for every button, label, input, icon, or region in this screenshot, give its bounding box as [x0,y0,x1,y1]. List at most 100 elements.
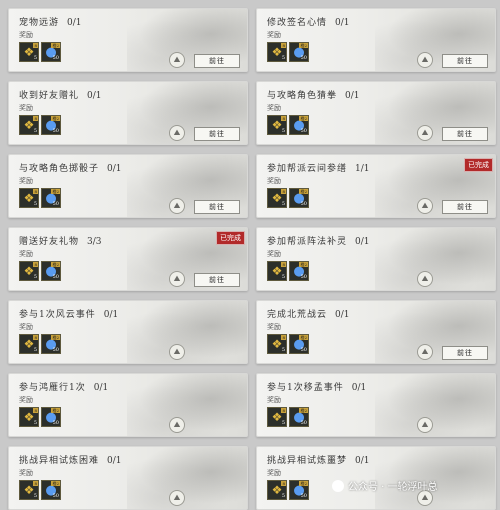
goto-button[interactable]: 前往 [442,346,488,360]
task-card: 收到好友赠礼 0/1 奖励 ❖ 8 5 ● 橙2 50 ⛰ 前往 [8,81,248,145]
reward-item[interactable]: ❖ 8 5 [19,115,39,135]
task-card: 参与1次风云事件 0/1 奖励 ❖ 8 5 ● 橙2 50 ⛰ [8,300,248,364]
reward-item[interactable]: ● 橙2 50 [289,115,309,135]
mount-icon[interactable]: ⛰ [169,490,185,506]
mount-icon[interactable]: ⛰ [169,52,185,68]
reward-count: 5 [281,493,285,499]
reward-tag: 8 [33,116,38,121]
reward-item[interactable]: ❖ 8 5 [267,115,287,135]
goto-button[interactable]: 前往 [194,127,240,141]
reward-item[interactable]: ❖ 8 5 [19,188,39,208]
reward-tag: 8 [33,408,38,413]
goto-button[interactable]: 前往 [194,200,240,214]
mount-icon[interactable]: ⛰ [169,417,185,433]
task-title: 与攻略角色掷骰子 0/1 [19,161,122,174]
mount-icon[interactable]: ⛰ [169,198,185,214]
reward-item[interactable]: ● 橙2 50 [289,42,309,62]
reward-item[interactable]: ● 橙2 50 [41,407,61,427]
card-background-art [375,228,495,290]
reward-count: 5 [281,201,285,207]
reward-item[interactable]: ❖ 8 5 [267,334,287,354]
mount-icon[interactable]: ⛰ [169,271,185,287]
reward-item[interactable]: ❖ 8 5 [19,480,39,500]
reward-tag: 橙2 [51,408,60,413]
task-name: 修改签名心情 [267,18,328,28]
reward-item[interactable]: ● 橙2 50 [289,480,309,500]
reward-item[interactable]: ❖ 8 5 [267,42,287,62]
reward-items: ❖ 8 5 ● 橙2 50 [267,42,309,62]
reward-item[interactable]: ● 橙2 50 [41,42,61,62]
mount-icon[interactable]: ⛰ [417,344,433,360]
task-card: 修改签名心情 0/1 奖励 ❖ 8 5 ● 橙2 50 ⛰ 前往 [256,8,496,72]
reward-item[interactable]: ❖ 8 5 [19,334,39,354]
reward-tag: 橙2 [299,335,308,340]
task-progress: 0/1 [107,456,122,466]
mount-icon[interactable]: ⛰ [417,271,433,287]
reward-tag: 橙2 [51,116,60,121]
reward-item[interactable]: ● 橙2 50 [41,115,61,135]
reward-count: 50 [52,274,59,280]
reward-item[interactable]: ● 橙2 50 [41,334,61,354]
reward-item[interactable]: ❖ 8 5 [267,407,287,427]
task-progress: 0/1 [351,383,367,393]
reward-item[interactable]: ❖ 8 5 [267,480,287,500]
mount-icon[interactable]: ⛰ [169,344,185,360]
card-background-art [127,447,247,509]
goto-button[interactable]: 前往 [442,200,488,214]
task-name: 参加帮派阵法补灵 [267,237,348,247]
reward-count: 50 [300,201,307,207]
reward-label: 奖励 [19,323,33,331]
mount-icon[interactable]: ⛰ [417,125,433,141]
reward-tag: 8 [281,481,286,486]
reward-item[interactable]: ❖ 8 5 [19,42,39,62]
task-progress: 0/1 [103,310,119,320]
task-progress: 0/1 [355,456,370,466]
reward-item[interactable]: ● 橙2 50 [289,334,309,354]
task-name: 参与1次风云事件 [19,310,96,320]
task-name: 收到好友赠礼 [19,91,80,101]
reward-label: 奖励 [267,250,281,258]
reward-count: 50 [300,55,307,61]
mount-icon[interactable]: ⛰ [169,125,185,141]
reward-item[interactable]: ● 橙2 50 [289,188,309,208]
goto-button[interactable]: 前往 [442,127,488,141]
task-title: 宠物远游 0/1 [19,15,82,28]
goto-button[interactable]: 前往 [194,273,240,287]
reward-count: 5 [33,201,37,207]
reward-item[interactable]: ❖ 8 5 [19,261,39,281]
reward-item[interactable]: ● 橙2 50 [289,261,309,281]
reward-item[interactable]: ● 橙2 50 [41,261,61,281]
reward-count: 5 [33,274,37,280]
reward-tag: 橙2 [299,408,308,413]
watermark-text: 公众号 · 一轮浮叶总 [348,482,438,493]
task-card: 与攻略角色掷骰子 0/1 奖励 ❖ 8 5 ● 橙2 50 ⛰ 前往 [8,154,248,218]
task-name: 完成北荒战云 [267,310,328,320]
reward-item[interactable]: ● 橙2 50 [41,188,61,208]
mount-icon[interactable]: ⛰ [417,198,433,214]
task-title: 参加帮派阵法补灵 0/1 [267,234,370,247]
reward-tag: 8 [33,262,38,267]
reward-item[interactable]: ❖ 8 5 [267,188,287,208]
goto-button[interactable]: 前往 [442,54,488,68]
card-background-art [127,374,247,436]
task-title: 挑战异相试炼困难 0/1 [19,453,122,466]
mount-icon[interactable]: ⛰ [417,52,433,68]
reward-item[interactable]: ● 橙2 50 [41,480,61,500]
reward-label: 奖励 [267,104,281,112]
reward-items: ❖ 8 5 ● 橙2 50 [267,261,309,281]
reward-label: 奖励 [267,31,281,39]
task-title: 完成北荒战云 0/1 [267,307,350,320]
reward-count: 50 [52,420,59,426]
task-progress: 0/1 [107,164,122,174]
task-name: 挑战异相试炼困难 [19,456,100,466]
goto-button[interactable]: 前往 [194,54,240,68]
task-name: 参加帮派云间参缮 [267,164,348,174]
reward-item[interactable]: ❖ 8 5 [19,407,39,427]
mount-icon[interactable]: ⛰ [417,417,433,433]
task-progress: 1/1 [355,164,370,174]
task-card: 赠送好友礼物 3/3 奖励 ❖ 8 5 ● 橙2 50 ⛰ 前往 已完成 [8,227,248,291]
reward-item[interactable]: ❖ 8 5 [267,261,287,281]
reward-item[interactable]: ● 橙2 50 [289,407,309,427]
completed-badge: 已完成 [464,158,493,172]
reward-count: 50 [300,493,307,499]
